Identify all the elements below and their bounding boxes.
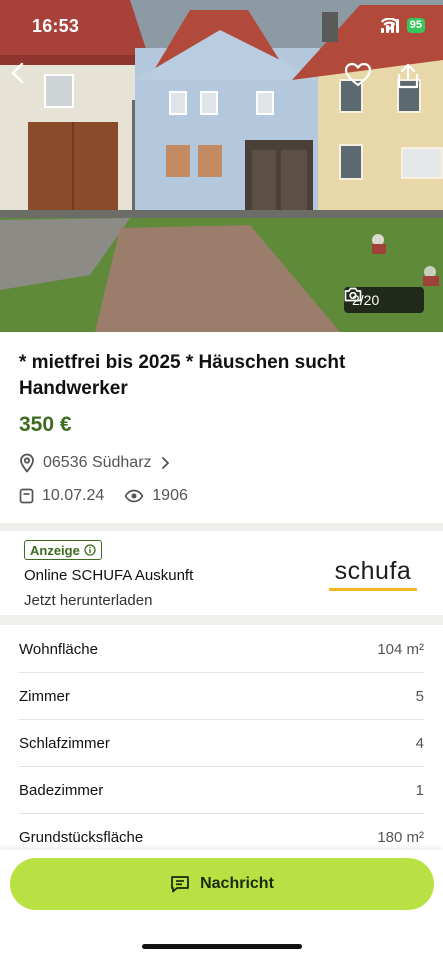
location-link[interactable]: 06536 Südharz — [19, 452, 170, 474]
detail-label: Wohnfläche — [19, 640, 98, 658]
listing-meta: 10.07.24 1906 — [19, 485, 208, 507]
detail-label: Grundstücksfläche — [19, 828, 144, 846]
view-count-text: 1906 — [152, 487, 188, 504]
camera-icon — [344, 287, 362, 302]
section-divider — [0, 523, 443, 531]
status-time: 16:53 — [32, 16, 80, 36]
listing-photo[interactable]: 16:53 95 2/20 — [0, 0, 443, 332]
detail-row-bedrooms: Schlafzimmer 4 — [19, 720, 424, 767]
posted-date: 10.07.24 — [19, 487, 104, 505]
detail-label: Schlafzimmer — [19, 734, 110, 752]
detail-value: 1 — [415, 781, 424, 799]
schufa-logo-text: schufa — [334, 557, 412, 585]
detail-value: 104 m² — [377, 640, 424, 658]
wifi-icon — [380, 18, 398, 31]
listing-title: * mietfrei bis 2025 * Häuschen sucht Han… — [19, 352, 346, 399]
home-indicator[interactable] — [142, 944, 302, 949]
share-icon — [397, 63, 419, 89]
status-bar: 16:53 95 — [0, 0, 443, 54]
posted-date-text: 10.07.24 — [42, 487, 105, 504]
detail-value: 4 — [415, 734, 424, 752]
message-icon — [171, 876, 189, 893]
schufa-logo: schufa — [328, 535, 418, 613]
info-icon — [84, 544, 96, 556]
photo-counter: 2/20 — [344, 287, 424, 313]
section-divider — [0, 615, 443, 625]
favorite-button[interactable] — [344, 62, 376, 94]
listing-price: 350 € — [19, 413, 72, 436]
detail-row-living-area: Wohnfläche 104 m² — [19, 626, 424, 673]
status-icons: 95 — [380, 18, 425, 33]
location-text: 06536 Südharz — [43, 454, 152, 471]
battery-icon: 95 — [406, 18, 425, 33]
location-pin-icon — [20, 453, 34, 473]
detail-value: 5 — [415, 687, 424, 705]
message-button[interactable]: Nachricht — [10, 858, 434, 910]
detail-row-rooms: Zimmer 5 — [19, 673, 424, 720]
calendar-icon — [19, 488, 34, 504]
ad-badge-label: Anzeige — [30, 542, 80, 558]
heart-icon — [344, 62, 372, 87]
chevron-left-icon — [11, 62, 24, 84]
eye-icon — [124, 489, 144, 503]
schufa-logo-bar — [329, 588, 417, 591]
chevron-right-icon — [161, 457, 169, 469]
detail-label: Zimmer — [19, 687, 70, 705]
detail-value: 180 m² — [377, 828, 424, 846]
share-button[interactable] — [395, 62, 427, 94]
ad-badge: Anzeige — [24, 540, 102, 560]
ad-subtitle: Jetzt herunterladen — [24, 592, 153, 609]
ad-title: Online SCHUFA Auskunft — [24, 567, 194, 584]
back-button[interactable] — [10, 62, 42, 94]
message-button-label: Nachricht — [200, 875, 274, 892]
detail-label: Badezimmer — [19, 781, 104, 799]
view-count: 1906 — [124, 487, 188, 505]
detail-row-bathrooms: Badezimmer 1 — [19, 767, 424, 814]
